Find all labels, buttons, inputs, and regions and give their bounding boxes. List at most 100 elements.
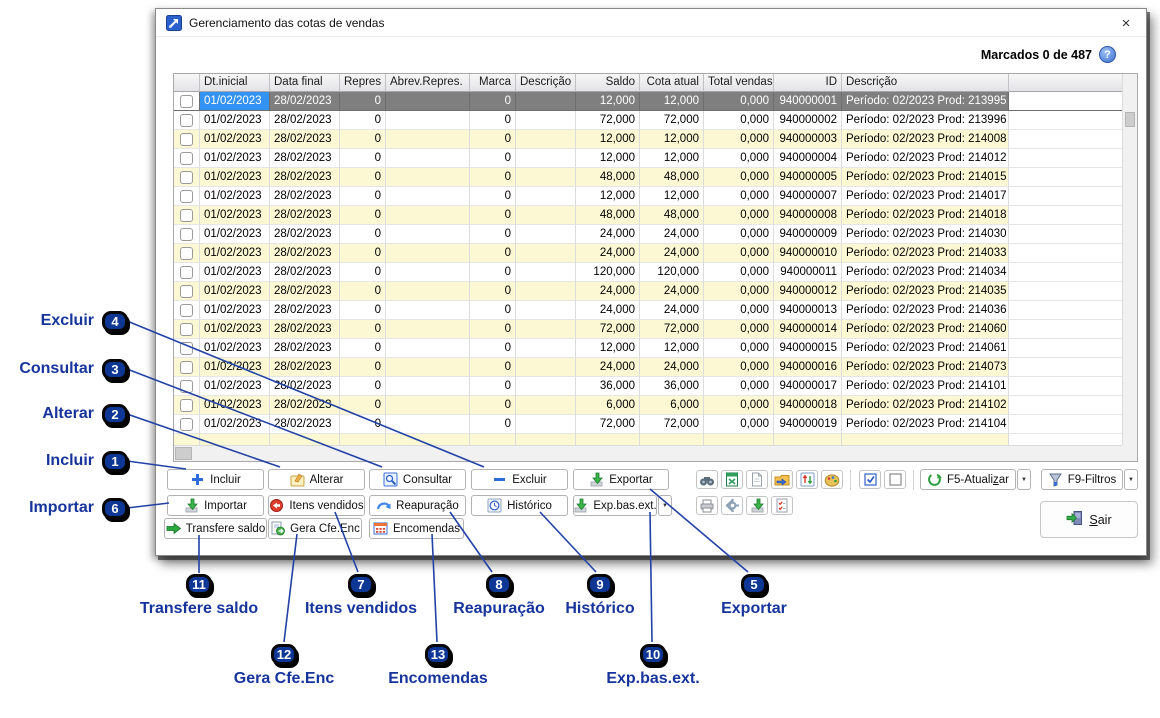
row-checkbox[interactable] [180,95,193,108]
f9-filtros-button[interactable]: F9-Filtros [1041,469,1123,490]
table-row[interactable]: 01/02/202328/02/20230024,00024,0000,0009… [174,244,1137,263]
table-row[interactable]: 01/02/202328/02/20230072,00072,0000,0009… [174,111,1137,130]
row-checkbox[interactable] [180,380,193,393]
uncheck-all-button[interactable] [884,470,906,489]
row-checkbox[interactable] [180,228,193,241]
exp-bas-ext-dropdown[interactable]: ▼ [658,495,672,516]
row-checkbox[interactable] [180,247,193,260]
table-row[interactable]: 01/02/202328/02/20230024,00024,0000,0009… [174,282,1137,301]
print-button[interactable] [696,496,718,515]
column-header[interactable]: Descrição [842,74,1009,92]
table-cell: 940000015 [774,339,842,358]
exp-bas-ext-button[interactable]: Exp.bas.ext. [573,495,657,516]
vertical-scrollbar-thumb[interactable] [1125,112,1135,127]
table-row[interactable]: 01/02/202328/02/20230072,00072,0000,0009… [174,415,1137,434]
column-header[interactable]: ID [774,74,842,92]
f5-dropdown[interactable]: ▼ [1017,469,1031,490]
table-cell: 0,000 [704,282,774,301]
table-cell: 940000019 [774,415,842,434]
historico-button[interactable]: Histórico [471,495,568,516]
column-header[interactable]: Marca [470,74,516,92]
table-row[interactable]: 01/02/202328/02/20230072,00072,0000,0009… [174,320,1137,339]
row-checkbox[interactable] [180,323,193,336]
palette-button[interactable] [821,470,843,489]
row-checkbox[interactable] [180,304,193,317]
vertical-scrollbar[interactable] [1122,74,1137,445]
row-checkbox[interactable] [180,342,193,355]
close-icon[interactable]: × [1115,13,1137,33]
row-checkbox[interactable] [180,152,193,165]
row-checkbox[interactable] [180,114,193,127]
column-header[interactable]: Repres [340,74,386,92]
table-row[interactable]: 01/02/202328/02/20230024,00024,0000,0009… [174,225,1137,244]
callout-badge: 1 [102,451,128,472]
row-checkbox[interactable] [180,418,193,431]
table-cell: 0 [340,263,386,282]
row-checkbox[interactable] [180,209,193,222]
row-checkbox[interactable] [180,133,193,146]
search-binoculars-button[interactable] [696,470,718,489]
table-row[interactable]: 01/02/202328/02/20230012,00012,0000,0009… [174,149,1137,168]
gera-cfe-enc-button[interactable]: Gera Cfe.Enc [268,518,362,539]
folder-export-button[interactable] [771,470,793,489]
incluir-button[interactable]: Incluir [167,469,264,490]
help-icon[interactable]: ? [1099,46,1116,63]
alterar-button[interactable]: Alterar [268,469,365,490]
column-header[interactable]: Dt.inicial [200,74,270,92]
table-row[interactable]: 01/02/202328/02/20230048,00048,0000,0009… [174,206,1137,225]
row-checkbox[interactable] [180,266,193,279]
excluir-button[interactable]: Excluir [471,469,568,490]
import-file-button[interactable] [746,496,768,515]
table-row[interactable]: 01/02/202328/02/202300120,000120,0000,00… [174,263,1137,282]
f5-atualizar-button[interactable]: F5-Atualizar [920,469,1016,490]
encomendas-button[interactable]: Encomendas [369,518,464,539]
column-header[interactable]: Data final [270,74,340,92]
horizontal-scrollbar-thumb[interactable] [175,447,192,460]
palette-icon [824,473,840,487]
row-checkbox[interactable] [180,361,193,374]
column-header[interactable] [174,74,200,92]
row-checkbox[interactable] [180,171,193,184]
checklist-button[interactable] [771,496,793,515]
column-header[interactable]: Cota atual [640,74,704,92]
table-row[interactable]: 01/02/202328/02/2023006,0006,0000,000940… [174,396,1137,415]
table-cell [516,225,576,244]
column-header[interactable]: Total vendas [704,74,774,92]
consultar-button[interactable]: Consultar [369,469,466,490]
row-checkbox[interactable] [180,399,193,412]
sair-button[interactable]: Sair [1040,501,1138,538]
annotation-excluir: Excluir 4 [0,306,128,336]
table-cell: 0 [470,92,516,111]
excel-export-button[interactable] [721,470,743,489]
table-row[interactable]: 01/02/202328/02/20230012,00012,0000,0009… [174,187,1137,206]
exportar-button[interactable]: Exportar [573,469,669,490]
table-cell: 28/02/2023 [270,396,340,415]
table-row[interactable]: 01/02/202328/02/20230012,00012,0000,0009… [174,339,1137,358]
table-row[interactable]: 01/02/202328/02/20230012,00012,0000,0009… [174,130,1137,149]
table-row[interactable]: 01/02/202328/02/20230024,00024,0000,0009… [174,301,1137,320]
row-checkbox[interactable] [180,190,193,203]
unchecked-checkbox-icon [888,472,903,487]
new-document-button[interactable] [746,470,768,489]
column-header[interactable]: Saldo [576,74,640,92]
importar-button[interactable]: Importar [167,495,264,516]
column-header[interactable]: Abrev.Repres. [386,74,470,92]
horizontal-scrollbar[interactable] [174,445,1122,461]
f9-dropdown[interactable]: ▼ [1124,469,1138,490]
settings-button[interactable] [721,496,743,515]
column-header[interactable]: Descrição [516,74,576,92]
transfere-saldo-button[interactable]: Transfere saldo [164,518,267,539]
itens-vendidos-button[interactable]: Itens vendidos [268,495,365,516]
table-row[interactable]: 01/02/202328/02/20230048,00048,0000,0009… [174,168,1137,187]
table-row[interactable]: 01/02/202328/02/20230036,00036,0000,0009… [174,377,1137,396]
table-cell: 01/02/2023 [200,282,270,301]
table-cell: Período: 02/2023 Prod: 214012 [842,149,1009,168]
row-checkbox[interactable] [180,285,193,298]
table-cell: 0 [340,149,386,168]
sort-button[interactable] [796,470,818,489]
check-all-button[interactable] [859,470,881,489]
table-row[interactable]: 01/02/202328/02/20230024,00024,0000,0009… [174,358,1137,377]
table-cell: Período: 02/2023 Prod: 214102 [842,396,1009,415]
table-row[interactable]: 01/02/202328/02/20230012,00012,0000,0009… [174,92,1137,111]
reapuracao-button[interactable]: Reapuração [369,495,466,516]
